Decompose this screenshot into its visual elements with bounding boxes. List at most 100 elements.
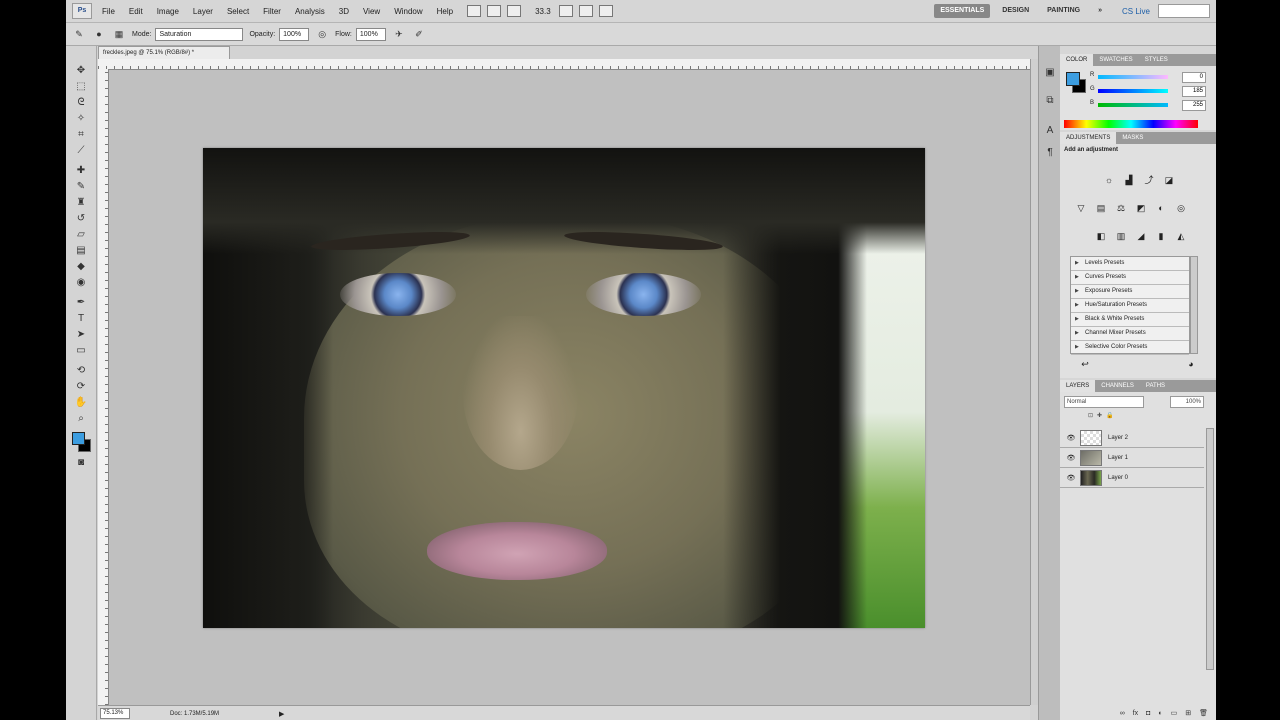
tablet-pressure-icon[interactable]: ◎ [315,28,329,40]
quick-select-tool-icon[interactable]: ✧ [74,112,88,125]
layer-style-icon[interactable]: fx [1133,710,1138,717]
sponge-tool-icon[interactable]: ◉ [74,276,88,289]
clone-stamp-tool-icon[interactable]: ♜ [74,196,88,209]
delete-layer-icon[interactable]: 🗑 [1199,709,1208,717]
layer-row[interactable]: 👁 Layer 1 [1060,448,1204,468]
menu-filter[interactable]: Filter [263,7,281,16]
threshold-icon[interactable]: ◢ [1134,230,1148,242]
layer-row[interactable]: 👁 Layer 0 [1060,468,1204,488]
menu-image[interactable]: Image [157,7,179,16]
vertical-ruler[interactable] [98,69,109,705]
clip-to-layer-icon[interactable]: ◕ [1184,358,1198,370]
tab-channels[interactable]: CHANNELS [1095,380,1140,392]
brush-tool-icon[interactable]: ✎ [74,180,88,193]
blend-mode-select[interactable]: Normal [1064,396,1144,408]
eyedropper-tool-icon[interactable]: ⟋ [74,144,88,157]
channel-r-slider[interactable] [1098,75,1168,79]
type-tool-icon[interactable]: T [74,312,88,325]
return-to-list-icon[interactable]: ↩ [1078,358,1092,370]
canvas-area[interactable] [109,70,1030,705]
photo-filter-icon[interactable]: ◐ [1154,202,1168,214]
new-group-icon[interactable]: ▭ [1171,709,1178,717]
brightness-contrast-icon[interactable]: ☼ [1102,174,1116,186]
color-balance-icon[interactable]: ⚖ [1114,202,1128,214]
hand-tool-icon[interactable]: ✋ [74,396,88,409]
workspace-overflow-button[interactable]: » [1092,4,1108,18]
sponge-tool-icon[interactable]: ✎ [72,28,86,40]
opacity-field[interactable]: 100% [279,27,310,41]
menu-window[interactable]: Window [394,7,422,16]
preset-levels[interactable]: Levels Presets [1071,257,1189,271]
bridge-icon[interactable] [467,5,482,17]
quick-mask-icon[interactable]: ◙ [74,456,88,469]
exposure-icon[interactable]: ◪ [1162,174,1176,186]
preset-hue-saturation[interactable]: Hue/Saturation Presets [1071,299,1189,313]
menu-view[interactable]: View [363,7,380,16]
brush-panel-icon[interactable]: ▦ [112,28,126,40]
tab-adjustments[interactable]: ADJUSTMENTS [1060,132,1117,144]
foreground-color-swatch[interactable] [72,432,85,445]
tab-color[interactable]: COLOR [1060,54,1094,66]
channel-b-value[interactable]: 255 [1182,100,1206,111]
airbrush-icon[interactable]: ✈ [392,28,406,40]
channel-g-slider[interactable] [1098,89,1168,93]
paragraph-dock-icon[interactable]: ¶ [1043,146,1057,160]
brush-preset-icon[interactable]: ● [92,28,106,40]
lock-icons[interactable]: ⊡✚🔒 [1088,412,1118,419]
visibility-eye-icon[interactable]: 👁 [1066,434,1076,442]
document-tab[interactable]: freckles.jpeg @ 75.1% (RGB/8#) * [98,46,230,59]
character-dock-icon[interactable]: A [1043,124,1057,138]
workspace-design[interactable]: DESIGN [996,4,1035,18]
blur-tool-icon[interactable]: ◆ [74,260,88,273]
history-brush-tool-icon[interactable]: ↺ [74,212,88,225]
color-spectrum-ramp[interactable] [1064,120,1198,128]
new-layer-icon[interactable]: ⊞ [1185,709,1191,717]
preset-black-white[interactable]: Black & White Presets [1071,313,1189,327]
tab-swatches[interactable]: SWATCHES [1093,54,1138,66]
hand-tool-icon[interactable] [558,5,573,17]
workspace-essentials[interactable]: ESSENTIALS [934,4,991,18]
path-selection-tool-icon[interactable]: ➤ [74,328,88,341]
flow-field[interactable]: 100% [355,27,386,41]
levels-icon[interactable]: ▟ [1122,174,1136,186]
channel-b-slider[interactable] [1098,103,1168,107]
3d-rotate-tool-icon[interactable]: ⟲ [74,364,88,377]
tab-paths[interactable]: PATHS [1140,380,1171,392]
history-dock-icon[interactable]: ⧉ [1043,94,1057,108]
layer-name[interactable]: Layer 0 [1108,475,1128,481]
status-zoom-field[interactable]: 75.13% [100,708,130,719]
visibility-eye-icon[interactable]: 👁 [1066,474,1076,482]
invert-icon[interactable]: ◧ [1094,230,1108,242]
layers-scrollbar[interactable] [1206,428,1214,670]
menu-analysis[interactable]: Analysis [295,7,325,16]
tab-layers[interactable]: LAYERS [1060,380,1096,392]
view-extras-icon[interactable] [507,5,522,17]
layer-name[interactable]: Layer 2 [1108,435,1128,441]
menu-layer[interactable]: Layer [193,7,213,16]
channel-r-value[interactable]: 0 [1182,72,1206,83]
add-mask-icon[interactable]: ◘ [1146,710,1150,717]
mode-select[interactable]: Saturation [155,27,244,41]
menu-select[interactable]: Select [227,7,249,16]
workspace-painting[interactable]: PAINTING [1041,4,1086,18]
menu-file[interactable]: File [102,7,115,16]
new-adjustment-layer-icon[interactable]: ◐ [1158,710,1162,717]
tab-styles[interactable]: STYLES [1139,54,1174,66]
cs-live-button[interactable]: CS Live [1122,7,1150,16]
menu-help[interactable]: Help [437,7,453,16]
mini-bridge-icon[interactable] [487,5,502,17]
screen-mode-icon[interactable] [598,5,613,17]
shape-tool-icon[interactable]: ▭ [74,344,88,357]
layer-name[interactable]: Layer 1 [1108,455,1128,461]
vibrance-icon[interactable]: ▽ [1074,202,1088,214]
curves-icon[interactable]: ⤴ [1142,174,1156,186]
eraser-tool-icon[interactable]: ▱ [74,228,88,241]
search-input[interactable] [1158,4,1210,18]
zoom-level-select[interactable]: 33.3 [535,7,551,16]
menu-3d[interactable]: 3D [339,7,349,16]
horizontal-ruler[interactable] [98,59,1030,70]
arrange-documents-icon[interactable] [578,5,593,17]
preset-curves[interactable]: Curves Presets [1071,271,1189,285]
link-layers-icon[interactable]: ∞ [1120,710,1125,717]
zoom-tool-icon[interactable]: ⌕ [74,412,88,425]
